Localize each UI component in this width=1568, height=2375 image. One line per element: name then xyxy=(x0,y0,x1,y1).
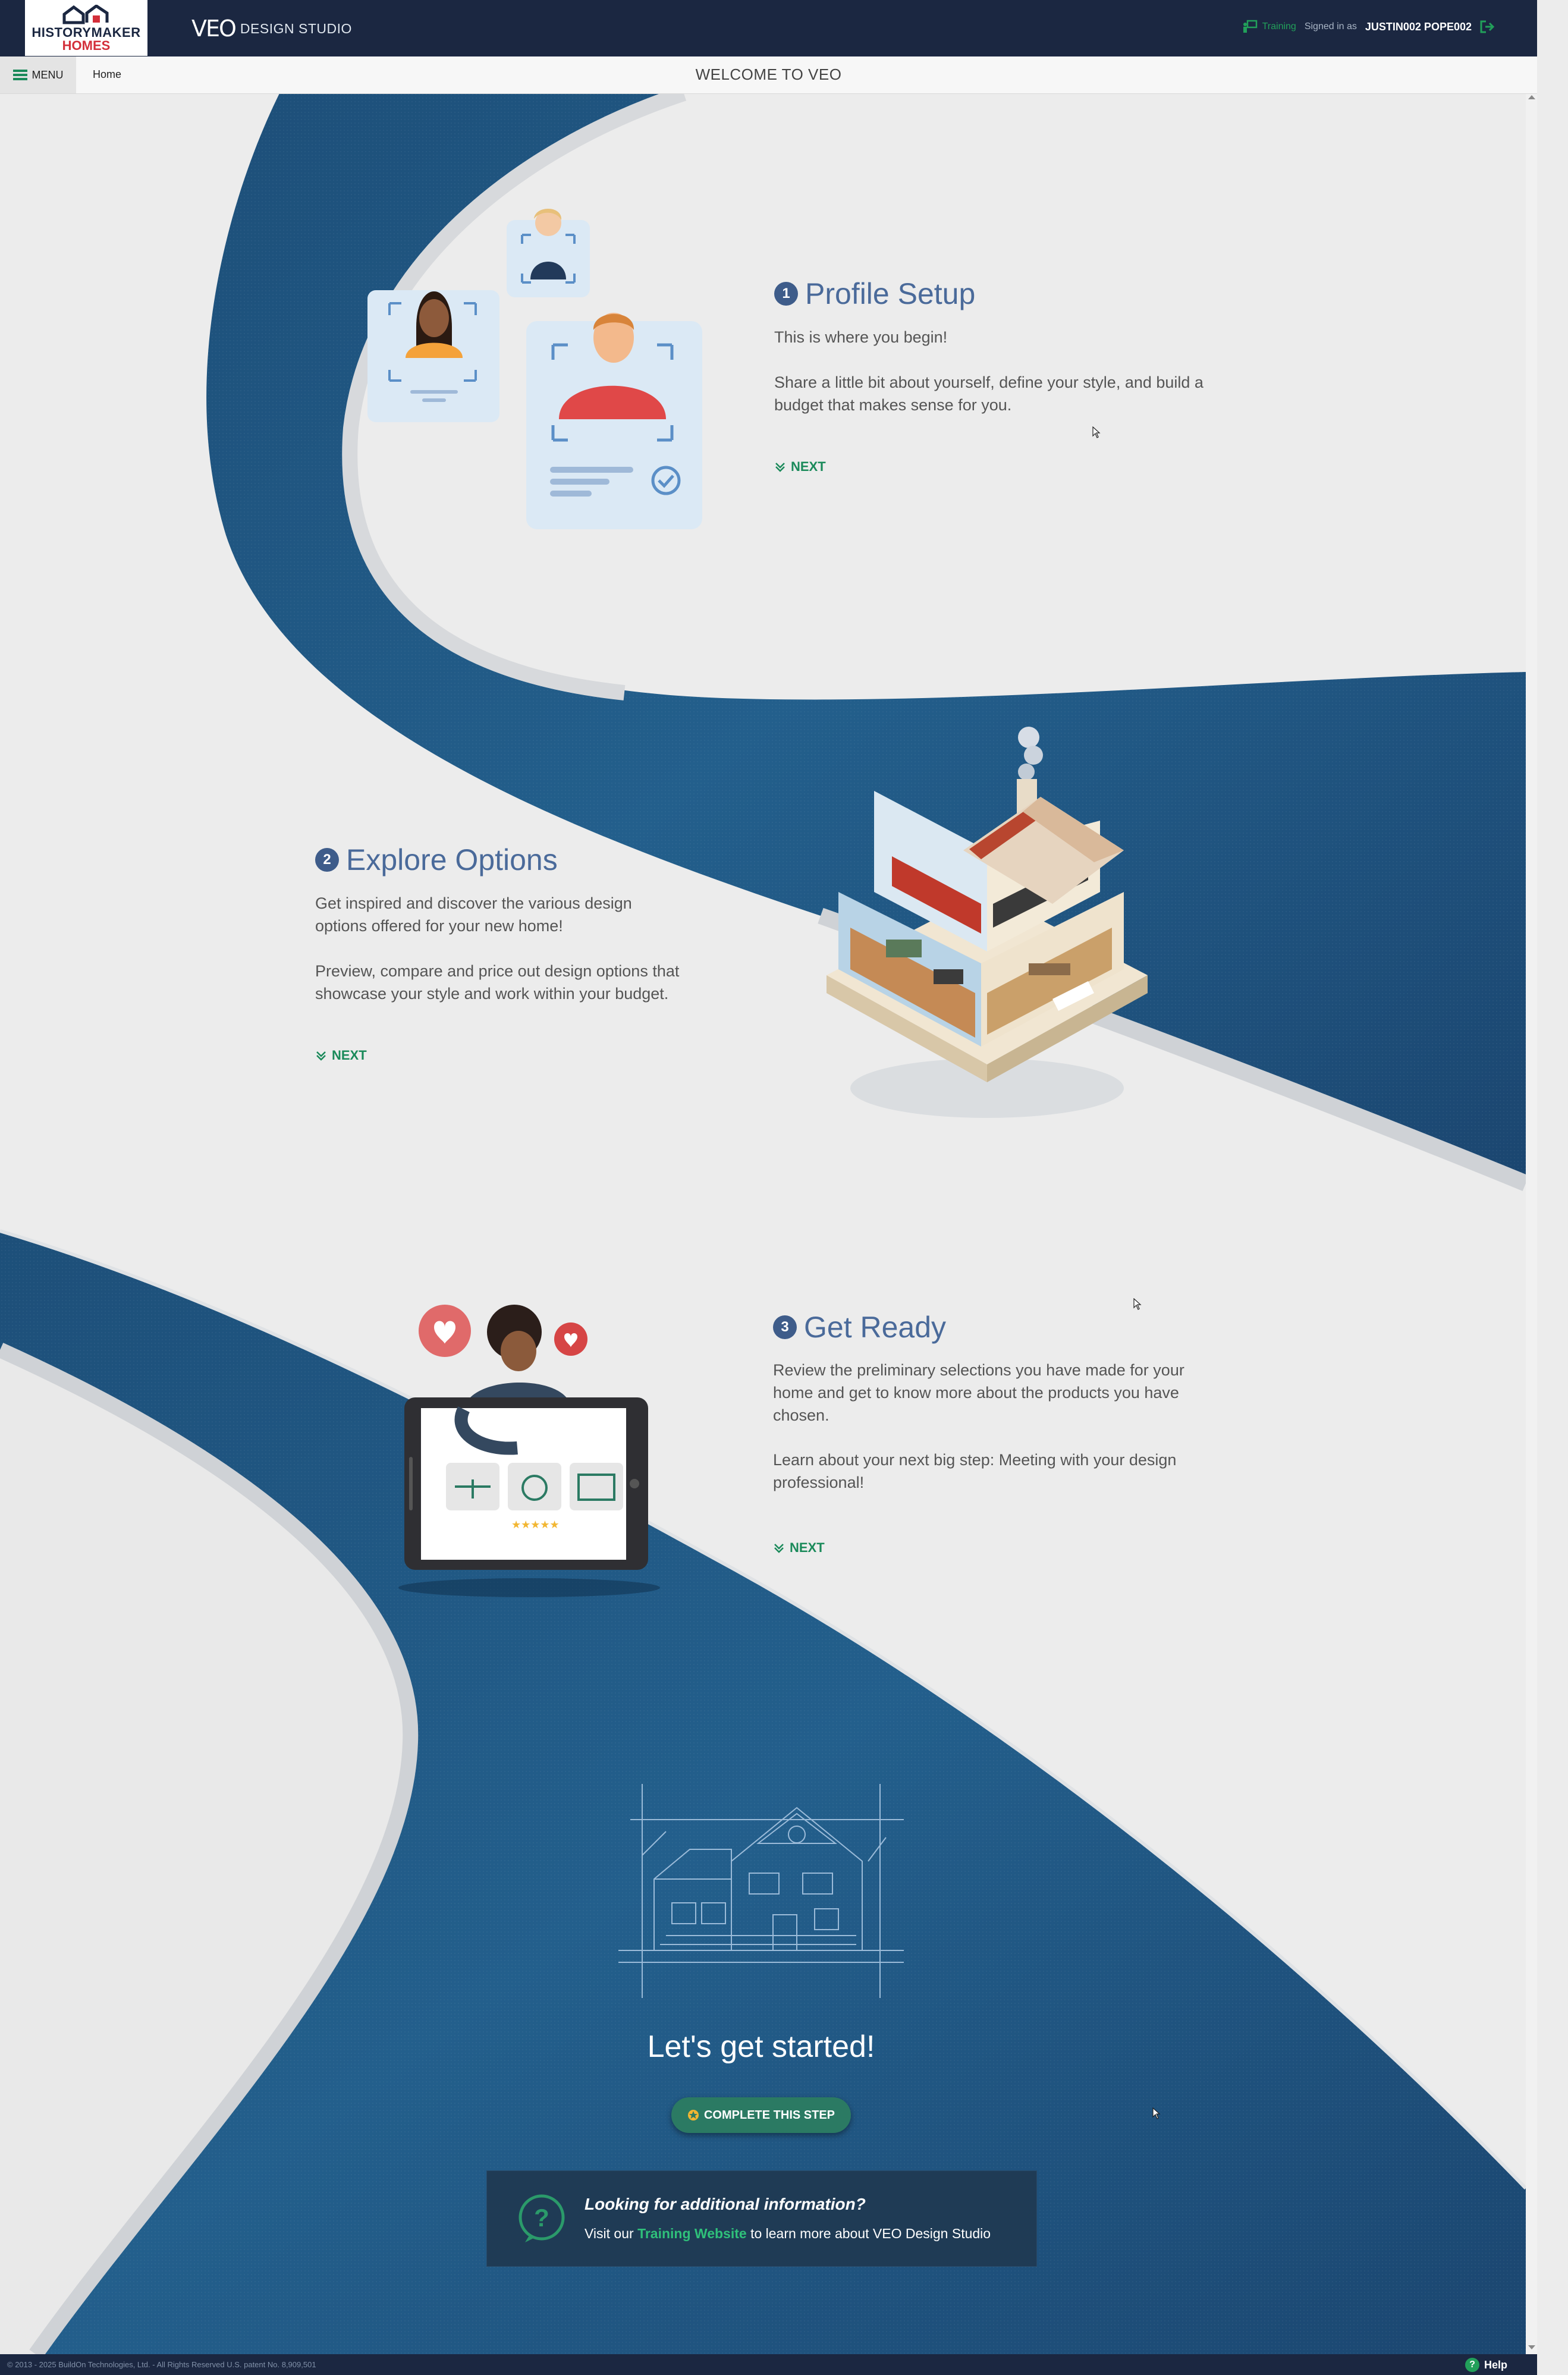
profile-setup-illustration xyxy=(367,208,702,529)
step-1-description: Share a little bit about yourself, defin… xyxy=(774,373,1204,414)
step-1-intro: This is where you begin! xyxy=(774,328,948,346)
background-wave-art xyxy=(0,93,1526,2354)
logout-icon[interactable] xyxy=(1480,20,1495,33)
user-name: JUSTIN002 POPE002 xyxy=(1365,20,1472,33)
isometric-house-illustration xyxy=(827,727,1148,1118)
chevron-down-icon xyxy=(774,1544,784,1553)
get-ready-illustration: ★★★★★ xyxy=(398,1305,660,1597)
historymaker-logo[interactable]: HISTORYMAKER HOMES xyxy=(25,0,147,56)
house-logo-icon xyxy=(62,5,109,24)
step-1-title-text: Profile Setup xyxy=(805,277,976,310)
question-icon: ? xyxy=(519,2194,565,2242)
training-link[interactable]: Training xyxy=(1242,20,1296,34)
step-3-title-text: Get Ready xyxy=(804,1311,947,1344)
nav-bar: MENU Home WELCOME TO VEO xyxy=(0,56,1537,94)
step-2-next-link[interactable]: NEXT xyxy=(315,1048,367,1063)
mouse-cursor xyxy=(1092,426,1101,438)
chevron-down-icon xyxy=(775,463,785,472)
user-area: Training Signed in as JUSTIN002 POPE002 xyxy=(1242,20,1495,34)
design-studio-label: DESIGN STUDIO xyxy=(240,20,352,36)
training-icon xyxy=(1243,20,1257,33)
signed-in-label: Signed in as xyxy=(1304,21,1357,32)
step-1-number-badge: 1 xyxy=(774,282,798,306)
step-2-next-label: NEXT xyxy=(332,1048,367,1063)
star-icon xyxy=(687,2110,699,2120)
step-2-title-text: Explore Options xyxy=(346,843,558,877)
step-3-title: 3 Get Ready xyxy=(773,1310,946,1344)
help-button[interactable]: ? Help xyxy=(1465,2358,1507,2372)
info-heading: Looking for additional information? xyxy=(585,2195,866,2213)
app-header: HISTORYMAKER HOMES VEO DESIGN STUDIO Tra… xyxy=(0,0,1537,56)
chevron-down-icon xyxy=(316,1051,326,1061)
footer: © 2013 - 2025 BuildOn Technologies, Ltd.… xyxy=(0,2354,1537,2375)
info-suffix: to learn more about VEO Design Studio xyxy=(750,2226,991,2241)
help-icon: ? xyxy=(1465,2358,1479,2372)
page-title: WELCOME TO VEO xyxy=(695,65,842,83)
info-prefix: Visit our xyxy=(585,2226,634,2241)
brand-name-line2: HOMES xyxy=(62,38,111,53)
info-text: Visit our Training Website to learn more… xyxy=(585,2226,991,2242)
step-1-next-label: NEXT xyxy=(791,459,826,474)
scroll-up-arrow[interactable] xyxy=(1528,95,1535,99)
copyright-text: © 2013 - 2025 BuildOn Technologies, Ltd.… xyxy=(7,2360,316,2369)
blueprint-house-illustration xyxy=(618,1784,904,1998)
step-3-next-link[interactable]: NEXT xyxy=(773,1540,825,1556)
mouse-cursor xyxy=(1152,2107,1161,2119)
complete-step-button[interactable]: COMPLETE THIS STEP xyxy=(671,2097,851,2133)
veo-mark: VEO xyxy=(191,15,237,42)
svg-text:★★★★★: ★★★★★ xyxy=(511,1519,560,1531)
step-2-title: 2 Explore Options xyxy=(315,843,558,877)
help-label: Help xyxy=(1484,2358,1507,2371)
step-1-title: 1 Profile Setup xyxy=(774,277,975,311)
mouse-cursor xyxy=(1133,1298,1142,1310)
training-website-link[interactable]: Training Website xyxy=(637,2226,747,2241)
scroll-down-arrow[interactable] xyxy=(1528,2345,1535,2349)
additional-info-panel: ? Looking for additional information? Vi… xyxy=(486,2170,1037,2267)
step-2-intro: Get inspired and discover the various de… xyxy=(315,894,632,935)
training-label: Training xyxy=(1262,21,1296,32)
step-3-description: Learn about your next big step: Meeting … xyxy=(773,1451,1177,1491)
veo-design-studio-logo[interactable]: VEO DESIGN STUDIO xyxy=(191,15,352,42)
page-scrollbar[interactable] xyxy=(1526,93,1537,2354)
step-1-next-link[interactable]: NEXT xyxy=(774,459,826,475)
step-2-number-badge: 2 xyxy=(315,848,339,872)
complete-step-label: COMPLETE THIS STEP xyxy=(703,2108,835,2122)
svg-text:?: ? xyxy=(534,2204,549,2232)
step-3-intro: Review the preliminary selections you ha… xyxy=(773,1361,1184,1424)
step-3-number-badge: 3 xyxy=(773,1315,797,1339)
step-3-next-label: NEXT xyxy=(790,1540,825,1555)
step-2-description: Preview, compare and price out design op… xyxy=(315,962,680,1003)
cta-heading: Let's get started! xyxy=(647,2030,875,2064)
